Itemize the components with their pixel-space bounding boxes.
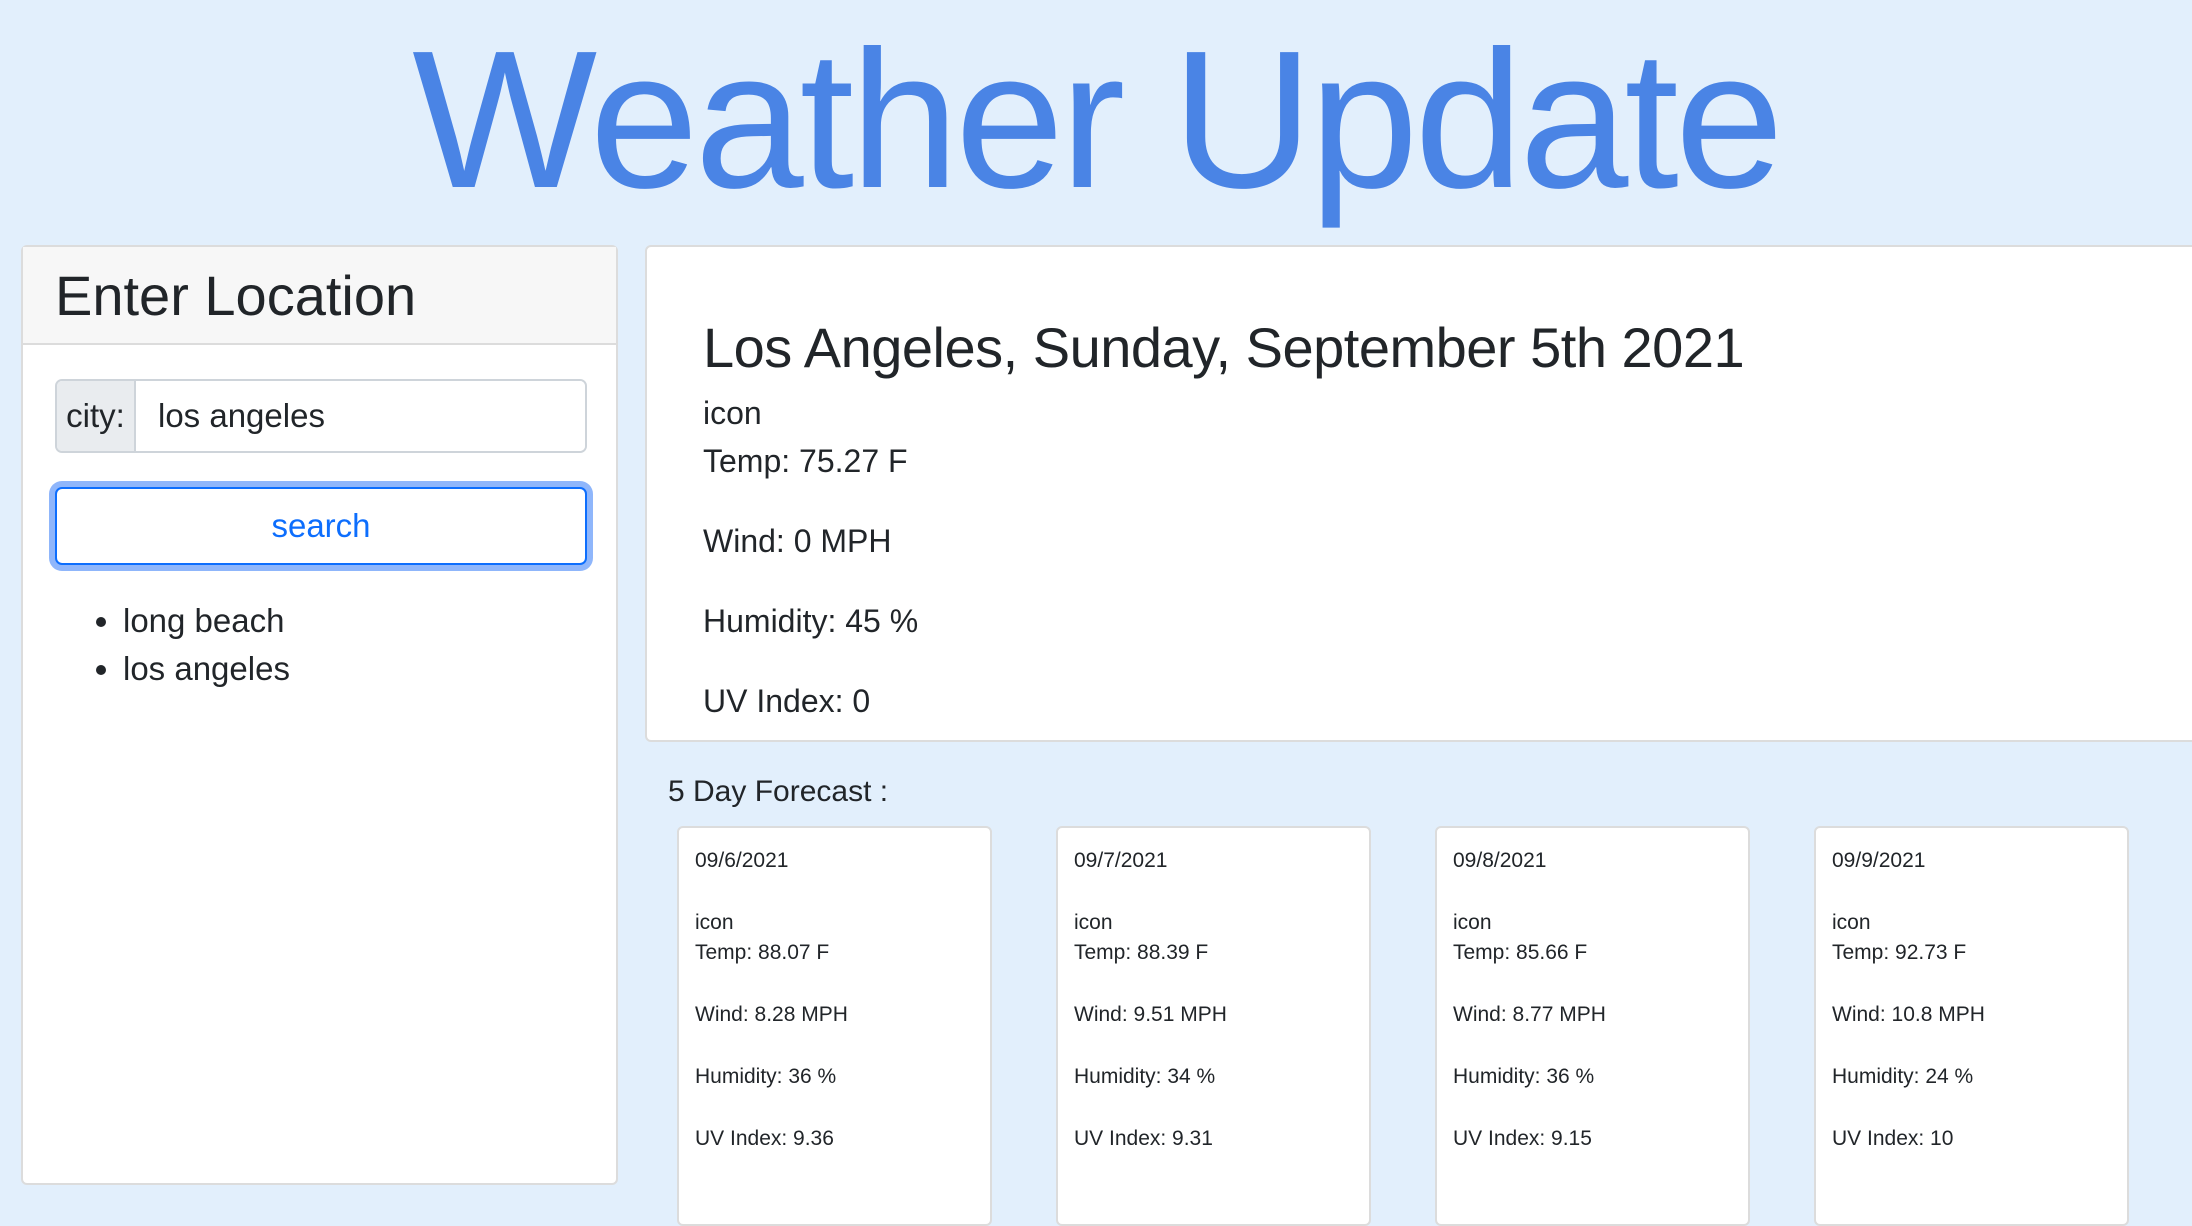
current-wind: Wind: 0 MPH (703, 523, 892, 559)
forecast-card: 09/7/2021 icon Temp: 88.39 F Wind: 9.51 … (1056, 826, 1371, 1226)
search-history-list: long beach los angeles (55, 597, 290, 693)
forecast-title: 5 Day Forecast : (668, 775, 889, 808)
location-panel-heading: Enter Location (23, 247, 616, 345)
history-item-long-beach[interactable]: long beach (123, 597, 290, 645)
forecast-uv-index: UV Index: 9.15 (1453, 1127, 1592, 1150)
forecast-date: 09/6/2021 (695, 849, 789, 872)
current-temp: Temp: 75.27 F (703, 443, 908, 479)
city-label: city: (57, 381, 136, 451)
forecast-wind: Wind: 10.8 MPH (1832, 1003, 1985, 1026)
forecast-temp: Temp: 88.07 F (695, 941, 830, 964)
forecast-date: 09/7/2021 (1074, 849, 1168, 872)
forecast-humidity: Humidity: 34 % (1074, 1065, 1216, 1088)
location-panel: Enter Location city: search long beach l… (21, 245, 618, 1185)
forecast-date: 09/9/2021 (1832, 849, 1926, 872)
forecast-wind: Wind: 9.51 MPH (1074, 1003, 1227, 1026)
forecast-wind: Wind: 8.28 MPH (695, 1003, 848, 1026)
forecast-temp: Temp: 92.73 F (1832, 941, 1967, 964)
current-weather-icon: icon (703, 395, 762, 431)
forecast-humidity: Humidity: 36 % (695, 1065, 837, 1088)
forecast-uv-index: UV Index: 10 (1832, 1127, 1954, 1150)
page-title: Weather Update (412, 10, 1784, 229)
current-humidity: Humidity: 45 % (703, 603, 919, 639)
forecast-icon: icon (695, 911, 734, 934)
forecast-date: 09/8/2021 (1453, 849, 1547, 872)
forecast-icon: icon (1074, 911, 1113, 934)
forecast-humidity: Humidity: 24 % (1832, 1065, 1974, 1088)
forecast-uv-index: UV Index: 9.31 (1074, 1127, 1213, 1150)
history-item-los-angeles[interactable]: los angeles (123, 645, 290, 693)
forecast-icon: icon (1453, 911, 1492, 934)
forecast-card: 09/8/2021 icon Temp: 85.66 F Wind: 8.77 … (1435, 826, 1750, 1226)
forecast-card: 09/9/2021 icon Temp: 92.73 F Wind: 10.8 … (1814, 826, 2129, 1226)
city-input[interactable] (136, 381, 585, 451)
forecast-temp: Temp: 85.66 F (1453, 941, 1588, 964)
forecast-temp: Temp: 88.39 F (1074, 941, 1209, 964)
forecast-icon: icon (1832, 911, 1871, 934)
forecast-card: 09/6/2021 icon Temp: 88.07 F Wind: 8.28 … (677, 826, 992, 1226)
search-button[interactable]: search (55, 487, 587, 565)
forecast-humidity: Humidity: 36 % (1453, 1065, 1595, 1088)
current-weather-panel: Los Angeles, Sunday, September 5th 2021 … (645, 245, 2192, 742)
forecast-uv-index: UV Index: 9.36 (695, 1127, 834, 1150)
city-input-group: city: (55, 379, 587, 453)
forecast-wind: Wind: 8.77 MPH (1453, 1003, 1606, 1026)
current-weather-heading: Los Angeles, Sunday, September 5th 2021 (703, 316, 1745, 379)
current-uv-index: UV Index: 0 (703, 683, 871, 719)
